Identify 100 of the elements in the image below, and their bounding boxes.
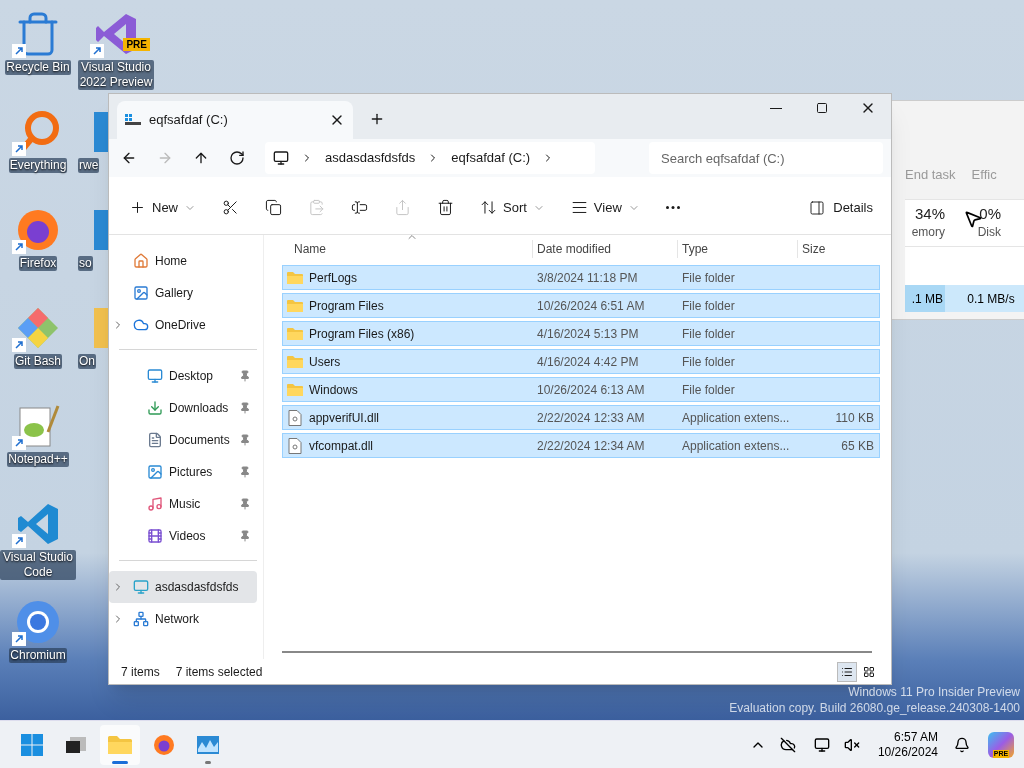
size-cell-text: 65 KB xyxy=(841,437,874,455)
file-name: vfcompat.dll xyxy=(309,437,374,455)
column-header[interactable]: Date modified xyxy=(532,240,677,258)
horizontal-scrollbar[interactable] xyxy=(282,651,872,653)
cloud-off-icon[interactable] xyxy=(779,736,796,753)
list-icon xyxy=(841,665,853,678)
memory-percent: 34% xyxy=(914,205,945,223)
desktop-icon-label[interactable]: Chromium xyxy=(9,648,67,663)
monitor-icon xyxy=(273,150,289,166)
pin-icon xyxy=(239,530,251,542)
sidebar-item[interactable]: Desktop xyxy=(109,360,257,392)
sidebar-item[interactable]: Network xyxy=(109,603,257,635)
sidebar-item[interactable]: Videos xyxy=(109,520,257,552)
sidebar-item[interactable]: Documents xyxy=(109,424,257,456)
windows-logo-icon xyxy=(20,732,44,757)
clock-button[interactable]: 6:57 AM 10/26/2024 xyxy=(877,729,938,760)
type-cell-text: File folder xyxy=(681,381,736,399)
more-icon xyxy=(665,206,680,209)
drive-icon xyxy=(125,114,141,126)
desktop-icon-label[interactable]: so xyxy=(78,256,93,271)
pin-icon xyxy=(239,402,251,414)
date-cell-text: 10/26/2024 6:13 AM xyxy=(536,381,646,399)
date-cell-text: 2/22/2024 12:33 AM xyxy=(536,409,646,427)
document-icon xyxy=(147,432,163,448)
sidebar-item[interactable]: Pictures xyxy=(109,456,257,488)
file-row[interactable]: PerfLogs 3/8/2024 11:18 PM File folder xyxy=(282,265,880,290)
sidebar-item[interactable]: Music xyxy=(109,488,257,520)
picture-icon xyxy=(147,464,163,480)
picture-icon xyxy=(133,285,149,301)
file-icon xyxy=(287,437,303,454)
file-row[interactable]: Users 4/16/2024 4:42 PM File folder xyxy=(282,349,880,374)
sidebar-item[interactable]: OneDrive xyxy=(109,309,257,341)
sidebar-label: Videos xyxy=(169,528,207,545)
shortcut-arrow-icon xyxy=(12,632,26,646)
file-row[interactable]: Program Files (x86) 4/16/2024 5:13 PM File folder xyxy=(282,321,880,346)
desktop-icon-label[interactable]: On xyxy=(78,354,96,369)
network-icon[interactable] xyxy=(813,736,830,753)
sidebar-item[interactable]: asdasdasfdsfds xyxy=(109,571,257,603)
sidebar-item[interactable]: Downloads xyxy=(109,392,257,424)
refresh-icon[interactable] xyxy=(229,150,245,166)
view-icon xyxy=(570,199,588,216)
details-pane-button[interactable]: Details xyxy=(809,191,873,224)
new-tab-icon[interactable] xyxy=(369,111,385,127)
bell-icon[interactable] xyxy=(954,736,970,753)
date-cell-text: 4/16/2024 4:42 PM xyxy=(536,353,640,371)
desktop-icon-label[interactable]: Notepad++ xyxy=(7,452,69,467)
back-icon[interactable] xyxy=(121,150,137,166)
sidebar-item[interactable]: Gallery xyxy=(109,277,257,309)
file-name: Users xyxy=(309,353,341,371)
file-row[interactable]: Windows 10/26/2024 6:13 AM File folder xyxy=(282,377,880,402)
type-cell-text: File folder xyxy=(681,325,736,343)
music-note-icon xyxy=(147,496,163,512)
address-bar[interactable]: asdasdasfdsfds eqfsafdaf (C:) xyxy=(265,142,595,174)
desktop-icon-label[interactable]: Firefox xyxy=(18,256,58,271)
pin-icon xyxy=(239,434,251,446)
details-view-button[interactable] xyxy=(837,661,857,682)
sidebar-item[interactable]: Home xyxy=(109,245,257,277)
preview-badge: PRE xyxy=(123,38,150,51)
network-icon xyxy=(133,611,149,627)
type-cell-text: File folder xyxy=(681,269,736,287)
desktop-icon-label[interactable]: Recycle Bin xyxy=(5,60,71,75)
shortcut-arrow-icon xyxy=(12,44,26,58)
sort-button[interactable]: Sort xyxy=(478,191,547,224)
shortcut-arrow-icon xyxy=(12,436,26,450)
download-icon xyxy=(147,400,163,416)
view-button[interactable]: View xyxy=(568,191,642,224)
shortcut-arrow-icon xyxy=(90,44,104,58)
desktop-icon-label[interactable]: Everything xyxy=(8,158,68,173)
type-cell-text: File folder xyxy=(681,297,736,315)
column-header[interactable]: Name xyxy=(282,240,532,258)
column-header[interactable]: Type xyxy=(677,240,797,258)
maximize-icon xyxy=(816,102,828,114)
desktop-icon-label[interactable]: Git Bash xyxy=(14,354,62,369)
desktop-icon-label[interactable]: Visual Studio Code xyxy=(0,550,76,580)
muted-speaker-icon[interactable] xyxy=(843,736,860,753)
new-button[interactable]: New xyxy=(127,191,198,224)
copy-icon xyxy=(265,199,282,216)
sidebar-label: Home xyxy=(155,253,188,270)
desktop-icon-label[interactable]: rwe xyxy=(78,158,100,173)
item-count: 7 items xyxy=(121,663,160,681)
breadcrumb[interactable]: eqfsafdaf (C:) xyxy=(451,148,531,168)
cut-icon xyxy=(222,199,239,216)
window-tab[interactable]: eqfsafdaf (C:) xyxy=(117,101,353,139)
file-row[interactable]: Program Files 10/26/2024 6:51 AM File folder xyxy=(282,293,880,318)
desktop-icon-label[interactable]: Visual Studio 2022 Preview xyxy=(78,60,154,90)
folder-icon xyxy=(94,308,108,348)
date-cell-text: 10/26/2024 6:51 AM xyxy=(536,297,646,315)
search-field[interactable]: Search eqfsafdaf (C:) xyxy=(649,142,883,174)
pin-icon xyxy=(239,370,251,382)
rename-icon xyxy=(351,199,368,216)
minimize-icon xyxy=(770,107,782,109)
file-row[interactable]: vfcompat.dll 2/22/2024 12:34 AM Application extens... 65 KB xyxy=(282,433,880,458)
column-header[interactable]: Size xyxy=(797,240,877,258)
file-row[interactable]: appverifUI.dll 2/22/2024 12:33 AM Application extens... 110 KB xyxy=(282,405,880,430)
type-cell-text: Application extens... xyxy=(681,409,791,427)
folder-icon xyxy=(287,353,303,370)
breadcrumb[interactable]: asdasdasfdsfds xyxy=(325,148,416,168)
up-icon[interactable] xyxy=(193,150,209,166)
sidebar-label: Desktop xyxy=(169,368,215,385)
sort-icon xyxy=(480,199,497,216)
